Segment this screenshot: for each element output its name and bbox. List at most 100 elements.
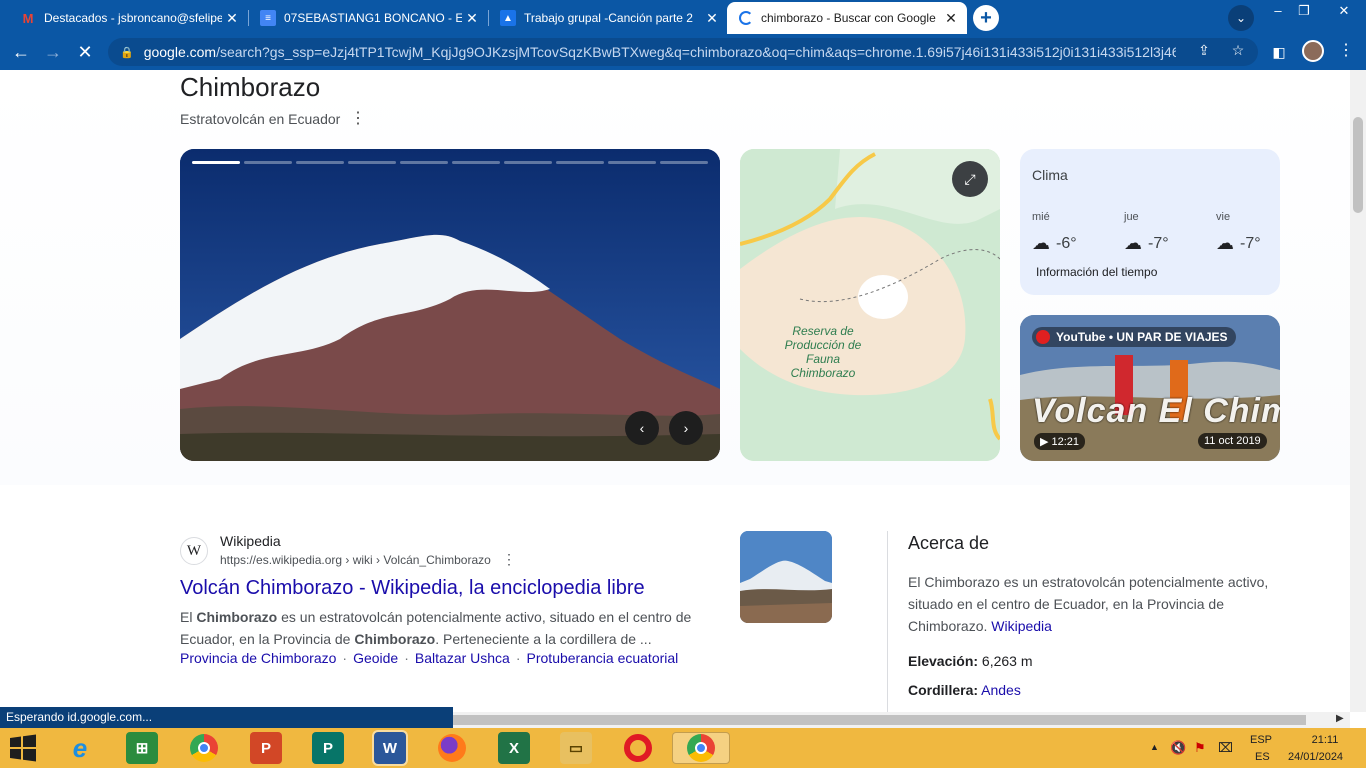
vertical-scrollbar[interactable] [1350,70,1366,712]
profile-avatar[interactable] [1302,40,1324,62]
address-bar[interactable]: 🔒 google.com /search?gs_ssp=eJzj4tTP1Tcw… [108,38,1258,66]
excel-icon[interactable]: X [498,732,530,764]
fact-value-link[interactable]: Andes [981,682,1021,698]
forward-button[interactable]: → [40,40,66,66]
browser-menu-icon[interactable]: ⋮ [1336,40,1356,60]
about-source-link[interactable]: Wikipedia [991,618,1052,634]
weather-day-label: jue [1124,211,1139,223]
result-title-link[interactable]: Volcán Chimborazo - Wikipedia, la encicl… [180,577,645,600]
main-image-carousel[interactable]: ‹ › [180,149,720,461]
thumbnail-image [740,531,832,623]
powerpoint-icon[interactable]: P [250,732,282,764]
word-icon[interactable]: W [372,730,408,766]
window-close-button[interactable]: ✕ [1324,2,1364,22]
wikipedia-icon[interactable]: W [180,537,208,565]
play-icon: ▶ [1040,436,1052,448]
about-description: El Chimborazo es un estratovolcán potenc… [908,574,1269,634]
carousel-next-button[interactable]: › [669,411,703,445]
tab-gmail[interactable]: M Destacados - jsbroncano@sfelipe ✕ [8,2,248,34]
video-date: 11 oct 2019 [1198,433,1267,449]
tab-google-search[interactable]: chimborazo - Buscar con Google ✕ [727,2,967,34]
restore-button[interactable]: ❐ [1290,2,1318,22]
windows-start-icon[interactable] [8,734,38,762]
stop-button[interactable]: ✕ [72,40,98,66]
carousel-progress [244,161,292,164]
sitelink[interactable]: Protuberancia ecuatorial [527,650,679,666]
result-more-icon[interactable]: ⋮ [502,551,516,568]
more-options-icon[interactable]: ⋮ [350,108,366,128]
weather-info-link[interactable]: Información del tiempo [1036,265,1157,279]
sitelink[interactable]: Baltazar Ushca [415,650,510,666]
result-site-name[interactable]: Wikipedia [220,533,281,549]
back-button[interactable]: ← [8,40,34,66]
gmail-icon: M [22,10,34,26]
fact-range: Cordillera: Andes [908,682,1021,698]
carousel-progress [296,161,344,164]
snippet-text: El [180,609,197,625]
close-icon[interactable]: ✕ [941,10,961,27]
separator: · [404,650,409,666]
network-icon[interactable]: ⌧ [1218,740,1233,756]
share-icon[interactable]: ⇪ [1194,42,1214,59]
carousel-progress [660,161,708,164]
tab-classroom[interactable]: ▲ Trabajo grupal -Canción parte 2 ✕ [488,2,728,34]
language-code[interactable]: ESP [1250,734,1272,746]
scrollbar-thumb[interactable] [1353,117,1363,213]
tab-title: Destacados - jsbroncano@sfelipe [44,11,222,25]
result-thumbnail[interactable] [740,531,832,623]
chrome-active-icon[interactable] [672,732,730,764]
close-icon[interactable]: ✕ [702,10,722,27]
result-snippet: El Chimborazo es un estratovolcán potenc… [180,606,700,650]
carousel-progress [608,161,656,164]
tab-title: 07SEBASTIANG1 BONCANO - Est [284,11,462,25]
weather-card[interactable]: Clima mié ☁ -6° jue ☁ -7° vie ☁ -7° Informa… [1020,149,1280,295]
carousel-progress [400,161,448,164]
carousel-progress [556,161,604,164]
weather-temp: -7° [1240,234,1261,252]
about-heading: Acerca de [908,533,990,553]
map-preview[interactable]: Reserva de Producción de Fauna Chimboraz… [740,149,1000,461]
column-divider [887,531,888,712]
tray-expand-icon[interactable]: ▲ [1150,742,1159,752]
about-text: El Chimborazo es un estratovolcán potenc… [908,571,1288,637]
close-icon[interactable]: ✕ [462,10,482,27]
map-area-label: Reserva de Producción de Fauna Chimboraz… [784,324,862,380]
file-explorer-icon[interactable]: ▭ [560,732,592,764]
lock-icon[interactable]: 🔒 [120,46,134,59]
opera-icon[interactable] [622,732,654,764]
flag-alert-icon[interactable]: ⚑ [1194,740,1206,756]
carousel-prev-button[interactable]: ‹ [625,411,659,445]
fact-value: 6,263 m [981,653,1033,669]
windows-taskbar: e ⊞ P P W X ▭ ▲ 🔇 ⚑ ⌧ ESP ES 21:11 24/01… [0,728,1366,768]
expand-map-icon[interactable]: ⤢ [952,161,988,197]
firefox-icon[interactable] [436,732,468,764]
carousel-progress [504,161,552,164]
scrollbar-thumb[interactable] [452,715,1306,725]
store-icon[interactable]: ⊞ [126,732,158,764]
ie-icon[interactable]: e [64,732,96,764]
side-panel-icon[interactable]: ◧ [1266,40,1292,66]
keyboard-layout[interactable]: ES [1255,751,1270,763]
result-url[interactable]: https://es.wikipedia.org › wiki › Volcán… [220,553,491,567]
scroll-right-icon[interactable]: ▶ [1336,713,1344,724]
chrome-icon[interactable] [188,732,220,764]
youtube-video-card[interactable]: YouTube • UN PAR DE VIAJES Volcan El Chi… [1020,315,1280,461]
new-tab-button[interactable]: + [973,5,999,31]
clock-date[interactable]: 24/01/2024 [1288,751,1343,763]
loading-icon [739,11,753,25]
sitelink[interactable]: Provincia de Chimborazo [180,650,336,666]
tab-search-button[interactable]: ⌄ [1228,5,1254,31]
classroom-icon: ▲ [500,10,516,26]
publisher-icon[interactable]: P [312,732,344,764]
tab-docs[interactable]: ≡ 07SEBASTIANG1 BONCANO - Est ✕ [248,2,488,34]
close-icon[interactable]: ✕ [222,10,242,27]
status-bar: Esperando id.google.com... [0,707,453,728]
clock-time[interactable]: 21:11 [1300,734,1350,746]
address-domain: google.com [143,44,217,60]
minimize-button[interactable]: – [1264,2,1292,22]
sitelink[interactable]: Geoide [353,650,398,666]
browser-toolbar: ← → ✕ 🔒 google.com /search?gs_ssp=eJzj4t… [0,34,1366,70]
speaker-muted-icon[interactable]: 🔇 [1170,740,1186,756]
weather-day-label: mié [1032,211,1050,223]
bookmark-star-icon[interactable]: ☆ [1228,42,1248,59]
